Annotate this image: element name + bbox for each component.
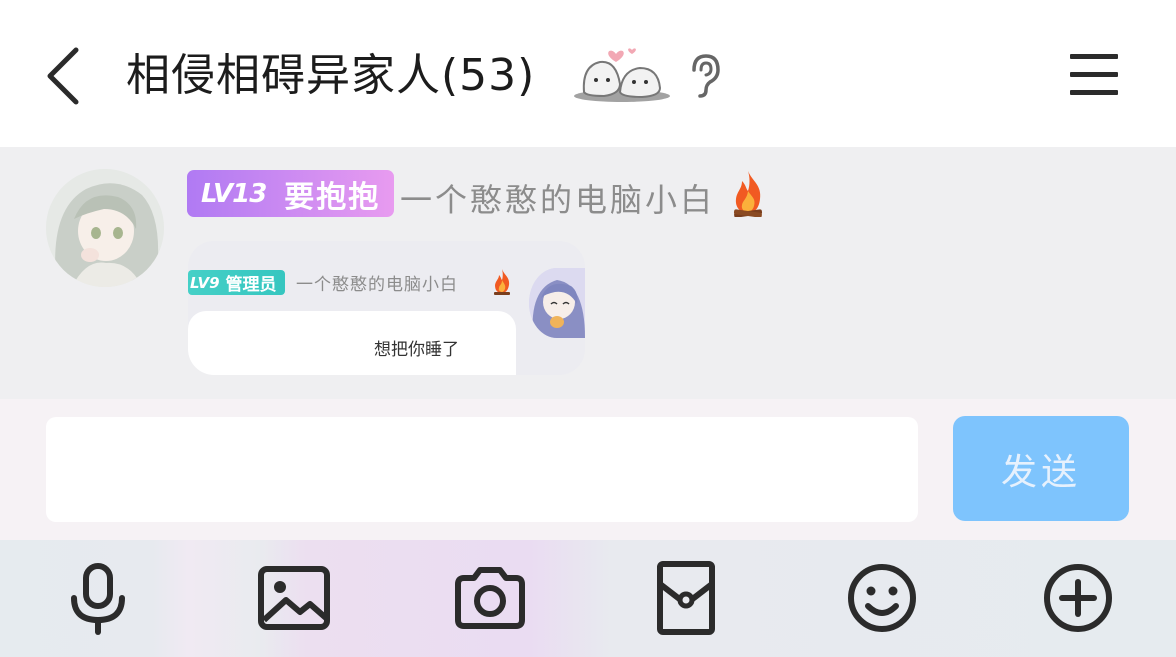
quoted-avatar — [529, 268, 585, 338]
image-icon[interactable] — [256, 560, 332, 636]
send-button[interactable]: 发送 — [953, 416, 1129, 521]
input-toolbar — [0, 540, 1176, 657]
sender-avatar[interactable] — [46, 169, 164, 287]
fire-icon — [494, 269, 510, 295]
chat-area[interactable]: LV13 要抱抱 一个憨憨的电脑小白 LV9 管理员 一个憨憨的电脑小白 想把你… — [0, 147, 1176, 399]
back-arrow-icon — [47, 47, 79, 105]
plus-icon[interactable] — [1040, 560, 1116, 636]
camera-icon[interactable] — [452, 560, 528, 636]
quoted-message-card[interactable]: LV9 管理员 一个憨憨的电脑小白 想把你睡了 — [188, 241, 585, 375]
chat-header: 相侵相碍异家人(53) — [0, 0, 1176, 147]
ear-icon[interactable] — [684, 52, 724, 98]
hamburger-menu-icon — [1070, 54, 1118, 95]
emoji-icon[interactable] — [844, 560, 920, 636]
quoted-role-text: 管理员 — [225, 275, 277, 295]
sender-nickname[interactable]: 一个憨憨的电脑小白 — [400, 175, 715, 221]
quoted-nickname: 一个憨憨的电脑小白 — [296, 275, 458, 295]
level-text: LV13 — [201, 178, 267, 209]
quoted-level-text: LV9 — [190, 273, 220, 292]
quoted-bubble: 想把你睡了 — [188, 311, 516, 375]
red-packet-icon[interactable] — [648, 560, 724, 636]
rice-ball-sticker — [570, 44, 674, 104]
message-input[interactable] — [46, 417, 918, 522]
level-badge: LV13 要抱抱 — [187, 170, 395, 217]
fire-icon — [733, 171, 763, 217]
microphone-icon[interactable] — [60, 560, 136, 636]
title-text: 要抱抱 — [284, 179, 381, 215]
menu-button[interactable] — [1062, 50, 1126, 100]
composer-bar: 发送 — [0, 399, 1176, 540]
admin-badge: LV9 管理员 — [188, 270, 285, 295]
quoted-text: 想把你睡了 — [374, 340, 459, 360]
back-button[interactable] — [36, 40, 92, 110]
group-title[interactable]: 相侵相碍异家人(53) — [126, 50, 535, 102]
